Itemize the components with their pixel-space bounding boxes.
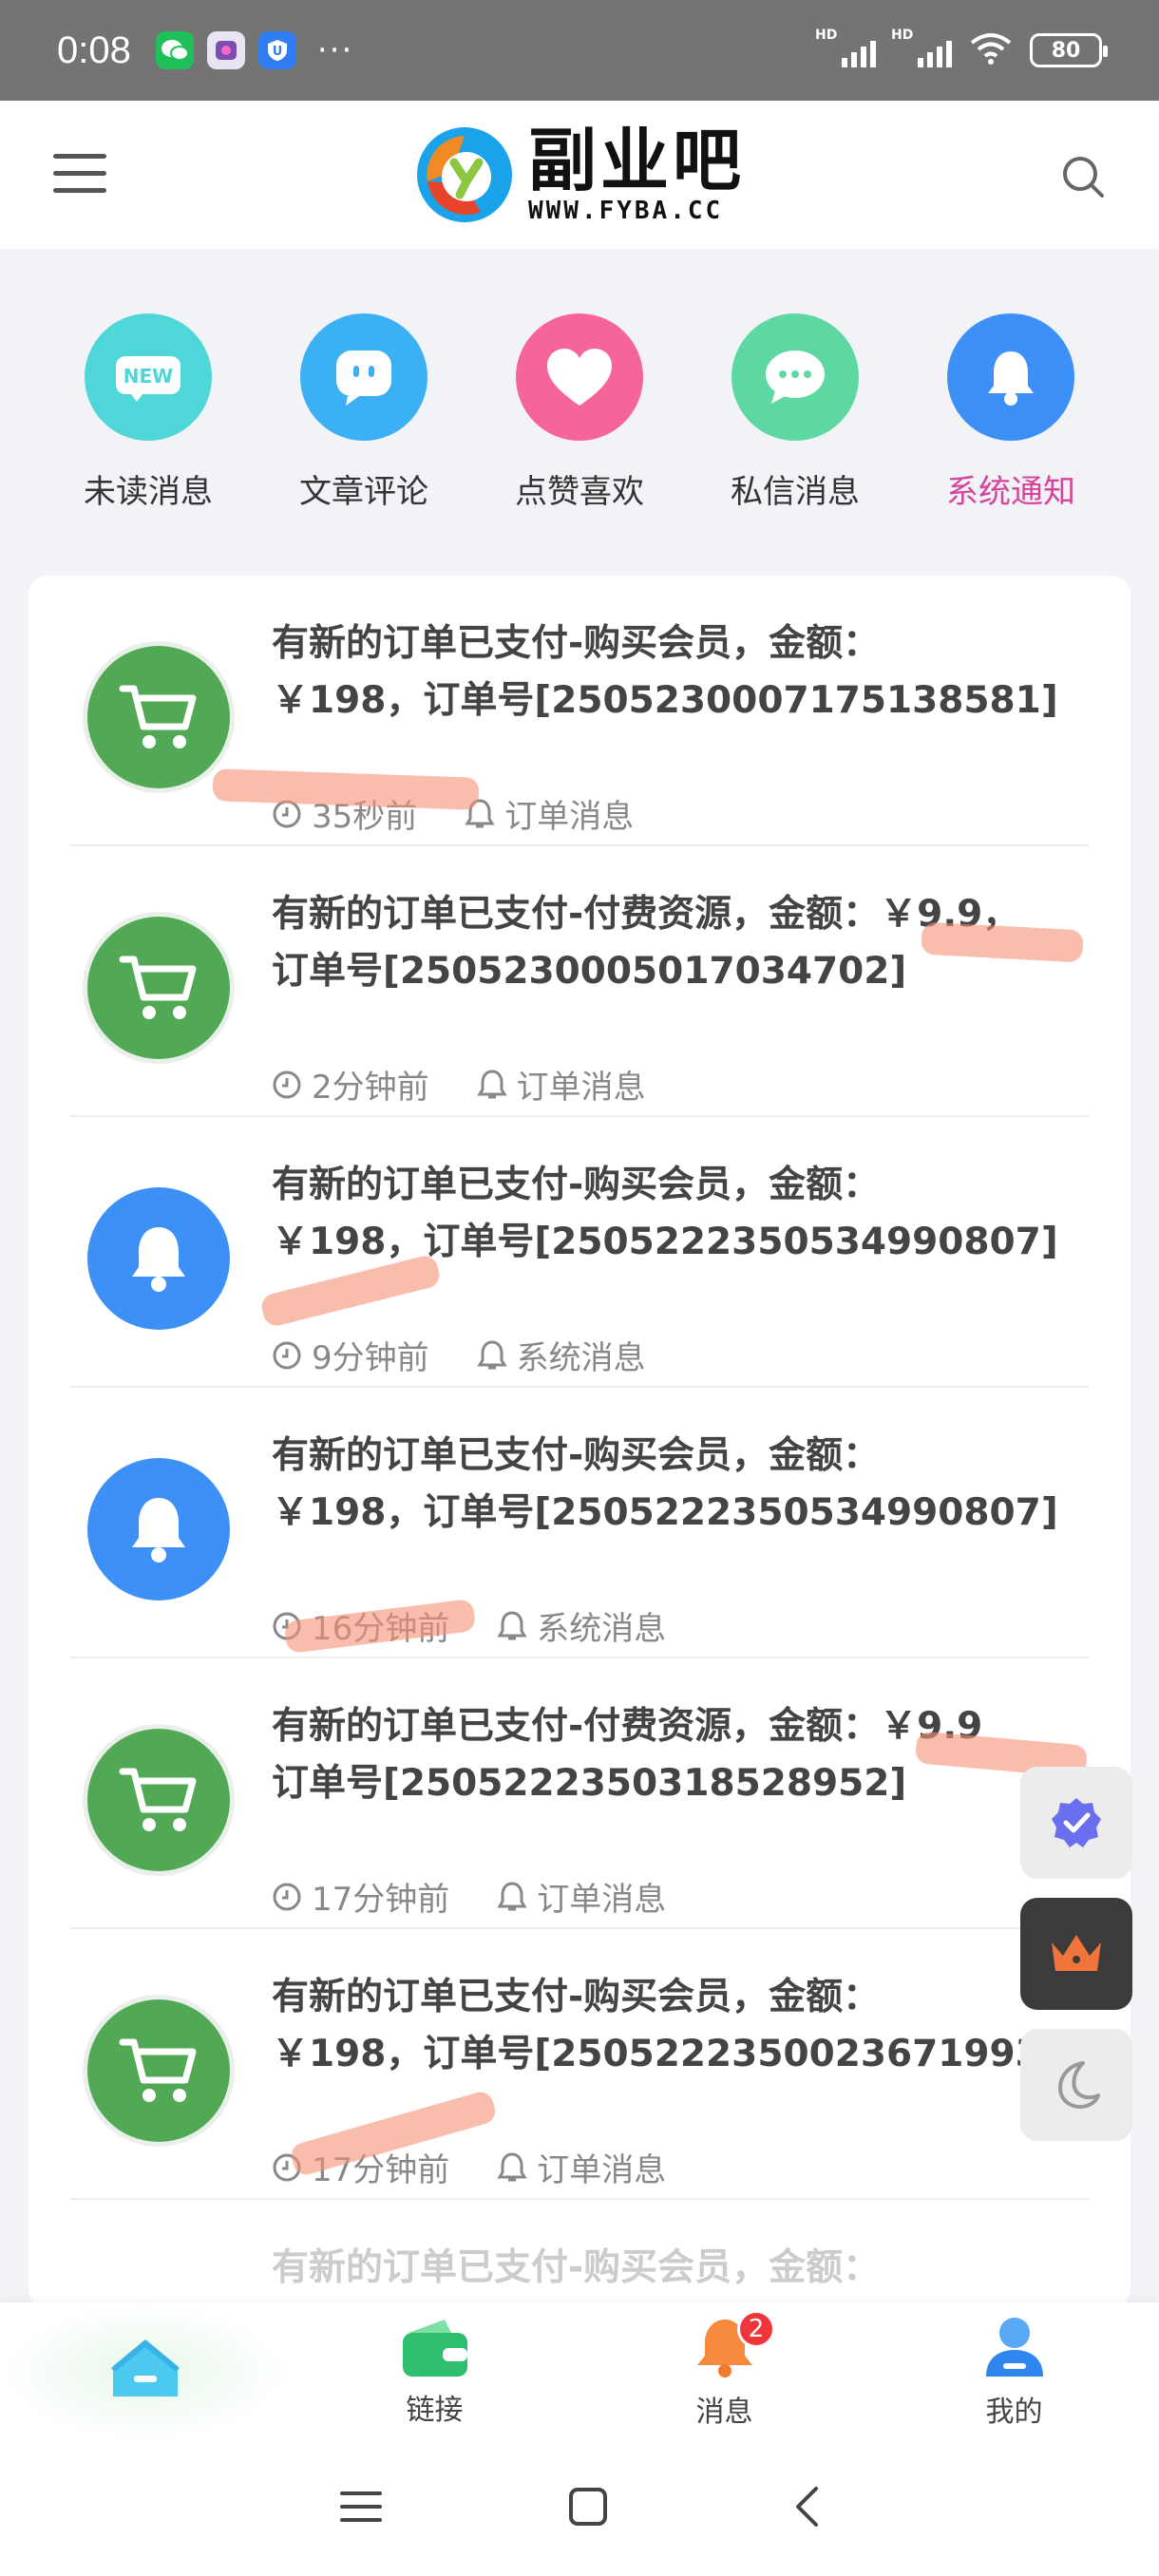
moon-icon: [1058, 2061, 1100, 2110]
wallet-icon: [402, 2320, 467, 2377]
home-icon: [110, 2339, 180, 2396]
cart-icon: [87, 917, 230, 1059]
nav-profile[interactable]: 我的: [869, 2302, 1159, 2441]
clock-icon: [273, 1883, 301, 1910]
bell-icon: [947, 313, 1074, 441]
new-badge-icon: NEW: [85, 313, 212, 441]
bell-icon: [476, 1069, 507, 1098]
bell-icon: [497, 1610, 527, 1639]
logo-title: 副业吧: [527, 121, 745, 200]
app-header: 副业吧 WWW.FYBA.CC: [0, 101, 1159, 249]
list-item[interactable]: 有新的订单已支付-购买会员，金额： ￥198，订单号[2505222350534…: [70, 1117, 1089, 1388]
back-icon[interactable]: [792, 2485, 821, 2532]
notification-title: 有新的订单已支付-购买会员，金额： ￥198，订单号[2505222350023…: [272, 1976, 1058, 2075]
notification-list: 有新的订单已支付-购买会员，金额： ￥198，订单号[2505230007175…: [28, 576, 1130, 2308]
message-category-tabs: NEW 未读消息 文章评论 点赞喜欢 私信消息 系统通知: [0, 313, 1159, 513]
cart-icon: [87, 646, 230, 788]
list-item[interactable]: 有新的订单已支付-购买会员，金额： ￥198，订单号[2505222350534…: [70, 1388, 1089, 1658]
user-icon: [985, 2318, 1043, 2377]
notification-title: 有新的订单已支付-购买会员，金额：: [272, 2246, 881, 2289]
crown-icon: [1052, 1935, 1101, 1971]
tab-article-comments[interactable]: 文章评论: [269, 313, 459, 513]
notification-meta: 9分钟前 系统消息: [272, 1332, 646, 1378]
site-logo[interactable]: 副业吧 WWW.FYBA.CC: [414, 124, 745, 225]
verified-badge-icon: [1052, 1798, 1101, 1847]
bell-icon: [497, 2151, 527, 2181]
more-notifications-icon: ···: [316, 31, 354, 69]
recent-apps-icon[interactable]: [338, 2488, 384, 2529]
nav-home[interactable]: [0, 2302, 290, 2441]
notification-title: 有新的订单已支付-购买会员，金额： ￥198，订单号[2505230007175…: [272, 622, 1058, 722]
cart-icon: [87, 1999, 230, 2142]
wechat-icon: [155, 31, 194, 69]
logo-mark-icon: [416, 127, 512, 222]
wifi-icon: [969, 31, 1013, 69]
tab-likes[interactable]: 点赞喜欢: [484, 313, 674, 513]
checkin-button[interactable]: [1020, 1767, 1132, 1879]
menu-icon[interactable]: [53, 154, 106, 196]
list-item[interactable]: 有新的订单已支付-付费资源，金额：￥9.9 订单号[25052223503185…: [70, 1658, 1089, 1929]
list-item[interactable]: 有新的订单已支付-购买会员，金额： ￥198，订单号[2505230007175…: [70, 576, 1089, 846]
shield-app-icon: U: [257, 31, 296, 69]
search-icon[interactable]: [1060, 154, 1106, 199]
bell-icon: [497, 1881, 527, 1910]
heart-icon: [516, 313, 643, 441]
status-time: 0:08: [57, 28, 131, 71]
list-item[interactable]: 有新的订单已支付-购买会员，金额： ￥198，订单号[2505222350023…: [70, 1929, 1089, 2200]
svg-text:U: U: [273, 45, 283, 59]
nav-links[interactable]: 链接: [290, 2302, 580, 2441]
dark-mode-toggle[interactable]: [1020, 2029, 1132, 2141]
highlight-mark: [212, 768, 480, 810]
cart-icon: [87, 1729, 230, 1871]
app-icon: [206, 31, 245, 69]
clock-icon: [273, 1341, 301, 1369]
logo-url: WWW.FYBA.CC: [527, 197, 724, 225]
list-item[interactable]: 有新的订单已支付-付费资源，金额：￥9.9， 订单号[2505230005017…: [70, 846, 1089, 1117]
bottom-navigation: 链接 2 消息 我的: [0, 2302, 1159, 2441]
chat-bubble-icon: [300, 313, 428, 441]
tab-unread[interactable]: NEW 未读消息: [53, 313, 243, 513]
vip-button[interactable]: [1020, 1898, 1132, 2010]
system-navigation-bar: [0, 2441, 1159, 2576]
notification-title: 有新的订单已支付-购买会员，金额： ￥198，订单号[2505222350534…: [272, 1164, 1058, 1263]
signal-icon: HD: [815, 28, 876, 67]
notification-meta: 2分钟前 订单消息: [272, 1061, 646, 1108]
message-icon: [732, 313, 859, 441]
clock-icon: [273, 1070, 301, 1098]
battery-icon: 80: [1030, 33, 1108, 67]
bell-icon: [476, 1339, 507, 1369]
signal-icon: HD: [891, 28, 952, 67]
notification-title: 有新的订单已支付-购买会员，金额： ￥198，订单号[2505222350534…: [272, 1434, 1058, 1534]
tab-private-messages[interactable]: 私信消息: [700, 313, 890, 513]
list-item[interactable]: 有新的订单已支付-购买会员，金额：: [70, 2200, 1089, 2308]
svg-text:NEW: NEW: [124, 365, 173, 388]
bell-icon: [87, 1458, 230, 1601]
bell-icon: [87, 1187, 230, 1330]
nav-messages[interactable]: 2 消息: [580, 2302, 869, 2441]
tab-system-notices[interactable]: 系统通知: [916, 313, 1106, 513]
status-bar: 0:08 U ··· HD HD 80: [0, 0, 1159, 101]
unread-badge: 2: [737, 2310, 775, 2348]
home-button-icon[interactable]: [567, 2486, 609, 2531]
notification-meta: 17分钟前 订单消息: [272, 1873, 666, 1920]
